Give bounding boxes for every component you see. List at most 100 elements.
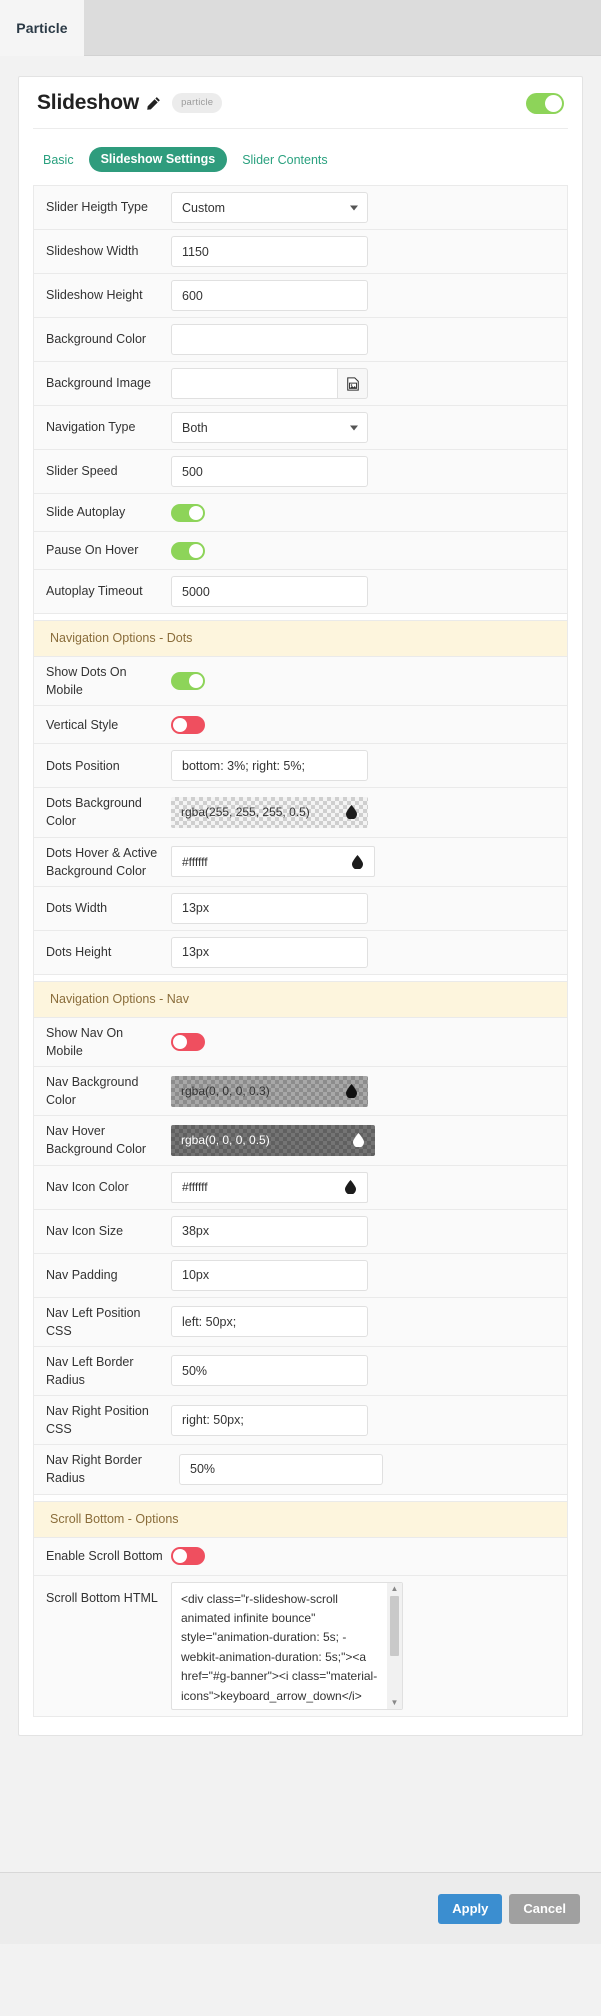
tab-basic[interactable]: Basic: [37, 150, 80, 170]
slideshow-height-input[interactable]: 600: [171, 280, 368, 311]
control-enable-scroll-bottom: [171, 1547, 567, 1565]
label-enable-scroll-bottom: Enable Scroll Bottom: [46, 1548, 163, 1563]
background-color-input[interactable]: [171, 324, 368, 355]
particle-badge: particle: [172, 93, 223, 113]
navigation-type-select[interactable]: Both: [171, 412, 368, 443]
dots-width-input[interactable]: 13px: [171, 892, 368, 924]
tab-particle[interactable]: Particle: [0, 0, 84, 56]
row-slider-speed: Slider Speed 500: [34, 450, 567, 494]
control-dots-hover-active-background-color: #ffffff: [171, 846, 567, 878]
nav-right-border-radius-input[interactable]: 50%: [179, 1453, 383, 1485]
row-vertical-style: Vertical Style: [34, 706, 567, 745]
show-dots-on-mobile-toggle[interactable]: [171, 672, 205, 691]
row-show-nav-on-mobile: Show Nav On Mobile: [34, 1017, 567, 1067]
dots-hover-active-background-color-input[interactable]: #ffffff: [171, 846, 375, 878]
image-picker-button[interactable]: [337, 368, 368, 399]
cancel-button[interactable]: Cancel: [509, 1893, 580, 1924]
chevron-down-icon: [350, 425, 358, 430]
label-show-nav-on-mobile: Show Nav On Mobile: [46, 1025, 124, 1058]
label-slide-autoplay: Slide Autoplay: [46, 505, 126, 520]
control-nav-left-border-radius: 50%: [171, 1355, 567, 1387]
navigation-type-value: Both: [182, 420, 208, 435]
pencil-icon[interactable]: [146, 96, 161, 111]
apply-button[interactable]: Apply: [438, 1893, 503, 1924]
dots-height-input[interactable]: 13px: [171, 936, 368, 968]
background-image-input[interactable]: [171, 368, 337, 399]
slideshow-width-input[interactable]: 1150: [171, 236, 368, 267]
row-slide-autoplay: Slide Autoplay: [34, 494, 567, 532]
label-slideshow-height: Slideshow Height: [46, 288, 143, 303]
page-body: Slideshow particle Basic Slideshow Setti…: [0, 56, 601, 1944]
nav-padding-input[interactable]: 10px: [171, 1259, 368, 1291]
dots-background-color-input[interactable]: rgba(255, 255, 255, 0.5): [171, 796, 368, 828]
label-nav-left-position-css: Nav Left Position CSS: [46, 1305, 141, 1338]
nav-hover-background-color-input[interactable]: rgba(0, 0, 0, 0.5): [171, 1124, 375, 1156]
settings-form: Slider Heigth Type Custom Slideshow Widt…: [33, 185, 568, 1717]
section-gap-scroll-bottom: [34, 1494, 567, 1502]
tab-slider-contents[interactable]: Slider Contents: [236, 150, 333, 170]
section-header-dots: Navigation Options - Dots: [34, 621, 567, 657]
color-droplet-icon[interactable]: [345, 1180, 356, 1195]
color-droplet-icon[interactable]: [346, 1084, 357, 1099]
label-slider-speed: Slider Speed: [46, 464, 118, 479]
label-show-dots-on-mobile: Show Dots On Mobile: [46, 665, 127, 698]
row-nav-left-border-radius: Nav Left Border Radius 50%: [34, 1346, 567, 1396]
vertical-style-toggle[interactable]: [171, 715, 205, 734]
label-nav-hover-background-color: Nav Hover Background Color: [46, 1124, 147, 1157]
scroll-bottom-html-textarea[interactable]: <div class="r-slideshow-scroll animated …: [171, 1581, 403, 1710]
nav-left-border-radius-input[interactable]: 50%: [171, 1355, 368, 1387]
control-dots-width: 13px: [171, 892, 567, 924]
label-nav-background-color: Nav Background Color: [46, 1075, 139, 1108]
image-picker-icon: [346, 376, 359, 391]
control-dots-background-color: rgba(255, 255, 255, 0.5): [171, 796, 567, 828]
section-gap-nav: [34, 974, 567, 982]
row-pause-on-hover: Pause On Hover: [34, 532, 567, 570]
show-nav-on-mobile-toggle[interactable]: [171, 1032, 205, 1051]
slide-autoplay-toggle[interactable]: [171, 503, 205, 522]
control-pause-on-hover: [171, 541, 567, 560]
enable-scroll-bottom-toggle[interactable]: [171, 1547, 205, 1565]
section-header-nav: Navigation Options - Nav: [34, 981, 567, 1018]
control-autoplay-timeout: 5000: [171, 576, 567, 607]
color-droplet-icon[interactable]: [353, 1133, 364, 1148]
settings-card: Slideshow particle Basic Slideshow Setti…: [18, 76, 583, 1736]
scroll-down-arrow-icon[interactable]: ▼: [391, 1697, 399, 1709]
label-nav-padding: Nav Padding: [46, 1267, 118, 1282]
control-nav-right-position-css: right: 50px;: [171, 1404, 567, 1436]
slider-speed-input[interactable]: 500: [171, 456, 368, 487]
scrollbar-thumb[interactable]: [390, 1595, 399, 1656]
control-nav-background-color: rgba(0, 0, 0, 0.3): [171, 1075, 567, 1107]
row-slideshow-width: Slideshow Width 1150: [34, 230, 567, 274]
page-title: Slideshow: [37, 91, 140, 114]
control-nav-padding: 10px: [171, 1259, 567, 1291]
label-dots-width: Dots Width: [46, 901, 108, 916]
color-droplet-icon[interactable]: [346, 805, 357, 820]
label-navigation-type: Navigation Type: [46, 420, 136, 435]
nav-background-color-input[interactable]: rgba(0, 0, 0, 0.3): [171, 1075, 368, 1107]
control-slider-height-type: Custom: [171, 192, 567, 223]
row-nav-left-position-css: Nav Left Position CSS left: 50px;: [34, 1297, 567, 1347]
section-gap-dots: [34, 614, 567, 621]
color-droplet-icon[interactable]: [352, 854, 363, 870]
pause-on-hover-toggle[interactable]: [171, 541, 205, 560]
autoplay-timeout-input[interactable]: 5000: [171, 576, 368, 607]
nav-icon-size-input[interactable]: 38px: [171, 1215, 368, 1247]
nav-icon-color-input[interactable]: #ffffff: [171, 1171, 368, 1203]
enable-particle-toggle[interactable]: [526, 92, 564, 114]
textarea-scrollbar[interactable]: ▲ ▼: [387, 1582, 402, 1709]
row-dots-hover-active-background-color: Dots Hover & Active Background Color #ff…: [34, 837, 567, 887]
chevron-down-icon: [350, 205, 358, 210]
nav-right-position-css-input[interactable]: right: 50px;: [171, 1404, 368, 1436]
control-slideshow-width: 1150: [171, 236, 567, 267]
control-show-dots-on-mobile: [171, 672, 567, 691]
dots-position-input[interactable]: bottom: 3%; right: 5%;: [171, 750, 368, 782]
card-header: Slideshow particle: [33, 77, 568, 129]
tab-slideshow-settings[interactable]: Slideshow Settings: [88, 147, 228, 172]
scroll-up-arrow-icon[interactable]: ▲: [391, 1583, 399, 1595]
control-scroll-bottom-html: <div class="r-slideshow-scroll animated …: [171, 1581, 567, 1710]
label-nav-right-position-css: Nav Right Position CSS: [46, 1404, 149, 1437]
row-show-dots-on-mobile: Show Dots On Mobile: [34, 657, 567, 707]
slider-height-type-select[interactable]: Custom: [171, 192, 368, 223]
nav-left-position-css-input[interactable]: left: 50px;: [171, 1306, 368, 1338]
label-dots-height: Dots Height: [46, 945, 112, 960]
